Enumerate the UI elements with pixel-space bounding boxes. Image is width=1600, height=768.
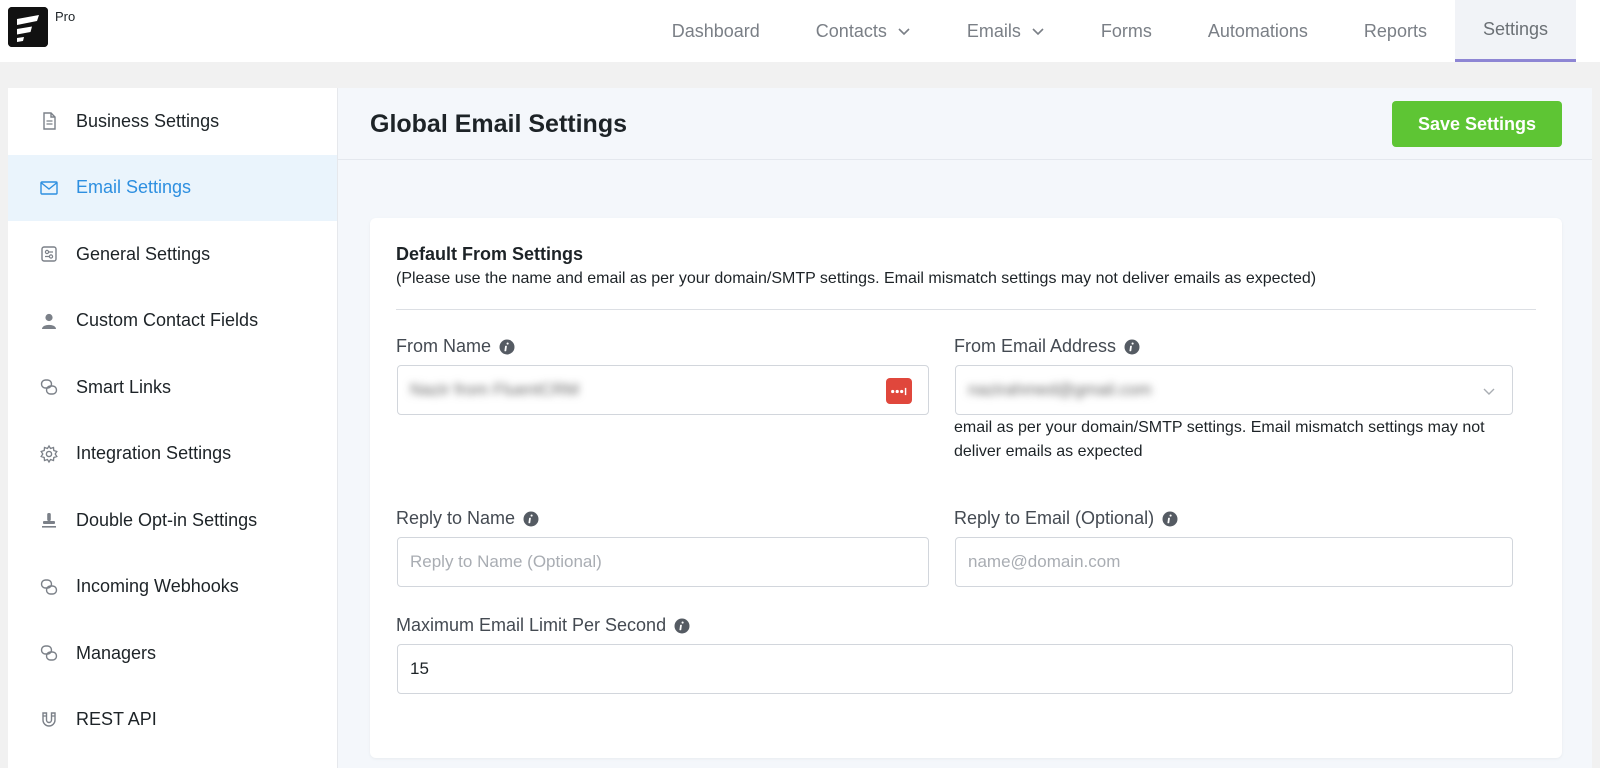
- from-email-value: nazirahmed@gmail.com: [968, 380, 1152, 399]
- section-note: (Please use the name and email as per yo…: [396, 270, 1317, 287]
- section-title: Default From Settings: [396, 244, 584, 264]
- brand-logo[interactable]: [8, 7, 48, 47]
- sidebar-item-rest-api[interactable]: REST API: [8, 687, 337, 754]
- sidebar-item-label: REST API: [76, 709, 157, 730]
- sidebar-item-label: Business Settings: [76, 110, 220, 131]
- max-limit-input[interactable]: 15: [397, 644, 1513, 694]
- sidebar-item-label: Managers: [76, 642, 157, 663]
- info-icon[interactable]: [499, 339, 515, 355]
- main-nav: Dashboard Contacts Emails Forms Automati…: [644, 0, 1576, 62]
- nav-emails[interactable]: Emails: [939, 0, 1073, 62]
- chevron-down-icon: [898, 28, 910, 36]
- max-limit-value: 15: [410, 659, 429, 678]
- main-content: Global Email Settings Save Settings Defa…: [338, 88, 1592, 768]
- gear-icon: [38, 443, 60, 465]
- sidebar-item-label: Smart Links: [76, 376, 172, 397]
- sliders-icon: [38, 243, 60, 265]
- sidebar-item-email-settings[interactable]: Email Settings: [8, 154, 337, 221]
- sidebar-item-custom-contact-fields[interactable]: Custom Contact Fields: [8, 288, 337, 355]
- sidebar-item-smart-links[interactable]: Smart Links: [8, 354, 337, 421]
- sidebar-item-business-settings[interactable]: Business Settings: [8, 88, 337, 155]
- info-icon[interactable]: [1124, 339, 1140, 355]
- from-email-select[interactable]: nazirahmed@gmail.com: [955, 365, 1513, 415]
- sidebar-item-label: Integration Settings: [76, 443, 232, 464]
- save-settings-button[interactable]: Save Settings: [1392, 101, 1562, 147]
- password-manager-icon[interactable]: [886, 378, 912, 404]
- nav-settings[interactable]: Settings: [1454, 0, 1576, 62]
- sidebar-item-label: Double Opt-in Settings: [76, 509, 258, 530]
- envelope-icon: [38, 177, 60, 199]
- reply-email-label: Reply to Email (Optional): [954, 508, 1178, 529]
- sidebar-item-managers[interactable]: Managers: [8, 620, 337, 687]
- nav-dashboard[interactable]: Dashboard: [644, 0, 788, 62]
- pro-badge: Pro: [55, 9, 76, 24]
- reply-email-input[interactable]: name@domain.com: [955, 537, 1513, 587]
- sidebar-item-double-opt-in-settings[interactable]: Double Opt-in Settings: [8, 487, 337, 554]
- sidebar-item-label: Incoming Webhooks: [76, 576, 239, 597]
- sidebar-item-label: Email Settings: [76, 177, 192, 198]
- reply-name-input[interactable]: Reply to Name (Optional): [397, 537, 929, 587]
- from-name-label: From Name: [396, 336, 515, 357]
- reply-email-placeholder: name@domain.com: [968, 552, 1121, 571]
- link-icon: [38, 642, 60, 664]
- max-limit-label: Maximum Email Limit Per Second: [396, 615, 690, 636]
- link-icon: [38, 576, 60, 598]
- section-divider: [396, 309, 1536, 310]
- from-name-value: Nazir from FluentCRM: [410, 380, 580, 399]
- link-icon: [38, 376, 60, 398]
- info-icon[interactable]: [674, 618, 690, 634]
- chevron-down-icon: [1483, 388, 1495, 395]
- magnet-icon: [38, 709, 60, 731]
- stamp-icon: [38, 509, 60, 531]
- from-email-help: email as per your domain/SMTP settings. …: [954, 419, 1485, 460]
- sidebar-item-incoming-webhooks[interactable]: Incoming Webhooks: [8, 554, 337, 621]
- info-icon[interactable]: [523, 511, 539, 527]
- nav-forms[interactable]: Forms: [1073, 0, 1180, 62]
- from-name-input[interactable]: Nazir from FluentCRM: [397, 365, 929, 415]
- nav-automations[interactable]: Automations: [1180, 0, 1336, 62]
- nav-contacts[interactable]: Contacts: [788, 0, 939, 62]
- sidebar-item-general-settings[interactable]: General Settings: [8, 221, 337, 288]
- page-title: Global Email Settings: [370, 110, 627, 138]
- reply-name-label: Reply to Name: [396, 508, 539, 529]
- page-header: Global Email Settings Save Settings: [338, 88, 1592, 160]
- reply-name-placeholder: Reply to Name (Optional): [410, 552, 602, 571]
- chevron-down-icon: [1032, 28, 1044, 36]
- document-icon: [38, 110, 60, 132]
- info-icon[interactable]: [1162, 511, 1178, 527]
- nav-reports[interactable]: Reports: [1336, 0, 1455, 62]
- sidebar-item-integration-settings[interactable]: Integration Settings: [8, 421, 337, 488]
- user-icon: [38, 310, 60, 332]
- sidebar-item-label: General Settings: [76, 243, 211, 264]
- email-settings-card: Default From Settings (Please use the na…: [370, 218, 1562, 758]
- top-bar: Pro Dashboard Contacts Emails Forms Auto…: [0, 0, 1600, 62]
- sidebar-item-label: Custom Contact Fields: [76, 310, 259, 331]
- from-email-label: From Email Address: [954, 336, 1140, 357]
- settings-sidebar: Business Settings Email Settings General…: [8, 88, 338, 768]
